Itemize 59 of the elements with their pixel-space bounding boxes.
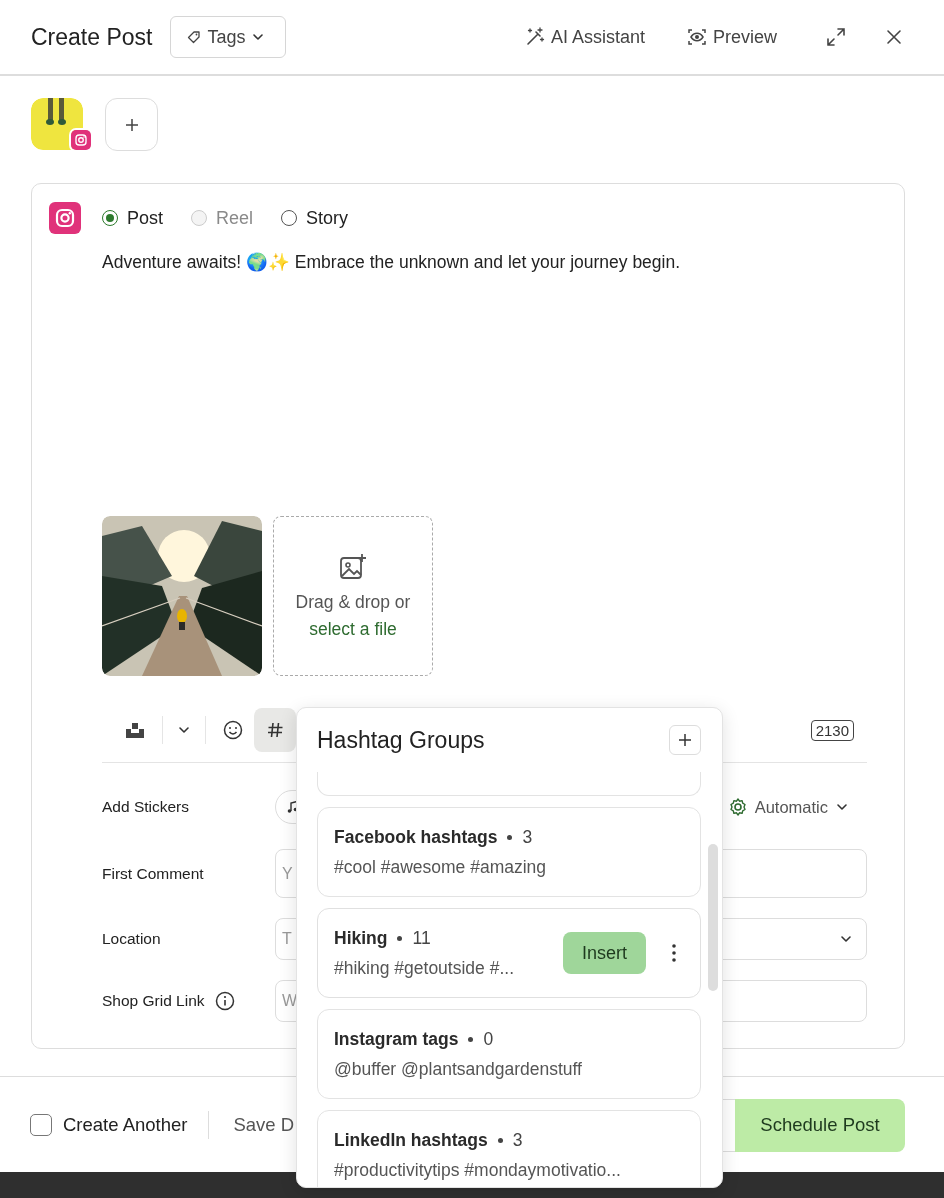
post-type-radio[interactable]: Story — [281, 207, 349, 229]
insert-button[interactable]: Insert — [563, 932, 646, 974]
dot-icon — [507, 834, 513, 840]
blocks-icon — [125, 721, 145, 739]
group-tags: @buffer @plantsandgardenstuff — [334, 1058, 684, 1080]
checkbox[interactable] — [30, 1114, 52, 1136]
post-type-radio[interactable]: Post — [102, 207, 164, 229]
instagram-badge-icon — [69, 128, 93, 152]
group-count: 11 — [412, 927, 431, 949]
popover-title: Hashtag Groups — [317, 726, 485, 754]
field-label: Add Stickers — [102, 798, 189, 816]
schedule-post-button[interactable]: Schedule Post — [735, 1098, 905, 1152]
hashtag-button[interactable] — [254, 708, 296, 752]
magic-wand-icon — [524, 27, 545, 47]
group-name: Instagram tags — [334, 1028, 459, 1050]
hashtag-group-card[interactable]: Instagram tags 0 @buffer @plantsandgardenstuff — [317, 1009, 701, 1099]
eye-icon — [686, 27, 707, 47]
scrollbar[interactable] — [708, 844, 718, 991]
group-tags: #cool #awesome #amazing — [334, 856, 684, 878]
header-action-button[interactable]: Preview — [686, 22, 777, 52]
hashtag-icon — [265, 720, 285, 740]
save-draft-button[interactable]: Save D — [233, 1114, 295, 1136]
automatic-dropdown[interactable]: Automatic — [727, 797, 849, 817]
field-label: First Comment — [102, 864, 204, 883]
field-label: Location — [102, 930, 161, 948]
hashtag-group-card[interactable]: Hiking 11 #hiking #getoutside #... Insert — [317, 908, 701, 998]
plus-icon — [124, 117, 139, 132]
expand-icon[interactable] — [825, 26, 847, 48]
tag-icon — [187, 30, 202, 44]
gear-icon — [727, 797, 748, 817]
tags-button[interactable]: Tags — [170, 16, 287, 58]
checkbox-label: Create Another — [63, 1114, 188, 1136]
dropzone-text: Drag & drop or — [295, 592, 411, 613]
instagram-icon — [49, 202, 81, 234]
select-file-link[interactable]: select a file — [309, 619, 397, 640]
plus-icon — [678, 733, 692, 747]
smiley-icon — [223, 720, 243, 740]
group-name: Facebook hashtags — [334, 826, 498, 848]
add-image-icon — [338, 552, 368, 582]
group-count: 3 — [522, 826, 533, 848]
group-count: 0 — [483, 1028, 494, 1050]
group-name: LinkedIn hashtags — [334, 1129, 488, 1151]
dropzone[interactable]: Drag & drop or select a file — [273, 516, 433, 676]
group-tags: #productivitytips #mondaymotivatio... — [334, 1159, 684, 1181]
dot-icon — [468, 1036, 474, 1042]
group-tags: #hiking #getoutside #... — [334, 957, 553, 979]
dot-icon — [397, 935, 403, 941]
group-count: 3 — [512, 1129, 523, 1151]
field-label: Shop Grid Link — [102, 992, 205, 1010]
info-icon[interactable] — [214, 991, 235, 1011]
add-group-button[interactable] — [669, 725, 701, 755]
group-name: Hiking — [334, 927, 388, 949]
dialog-title: Create Post — [31, 23, 153, 51]
post-text[interactable]: Adventure awaits! 🌍✨ Embrace the unknown and let your journey begin. — [102, 250, 867, 500]
character-count: 2130 — [810, 719, 854, 741]
dot-icon — [497, 1137, 503, 1143]
header-action-button[interactable]: AI Assistant — [524, 22, 645, 52]
hashtag-group-card[interactable]: LinkedIn hashtags 3 #productivitytips #mondaymotivatio... — [317, 1110, 701, 1187]
hashtag-group-card[interactable]: Facebook hashtags 3 #cool #awesome #amazing — [317, 807, 701, 897]
